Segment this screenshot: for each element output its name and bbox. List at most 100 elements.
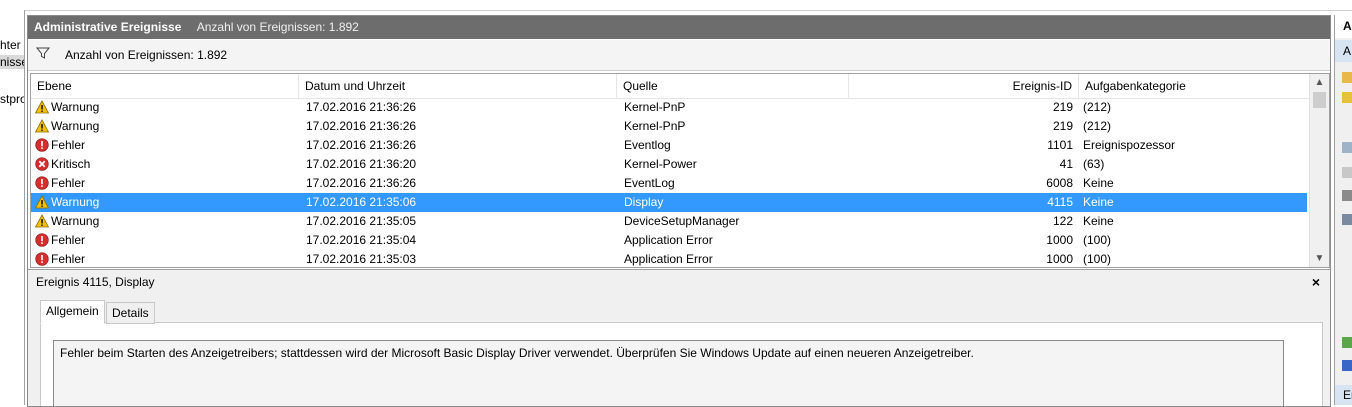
table-row[interactable]: Kritisch 17.02.2016 21:36:20 Kernel-Power 4… — [31, 155, 1307, 174]
column-header-category[interactable]: Aufgabenkategorie — [1079, 74, 1309, 98]
category-cell: Keine — [1083, 214, 1114, 228]
table-row[interactable]: Warnung 17.02.2016 21:36:26 Kernel-PnP 219 (… — [31, 117, 1307, 136]
actions-header: Al — [1335, 15, 1352, 38]
event-id-cell: 219 — [1052, 100, 1073, 114]
events-panel: Administrative Ereignisse Anzahl von Ere… — [27, 15, 1331, 407]
level-label: Fehler — [51, 138, 86, 152]
table-row[interactable]: Fehler 17.02.2016 21:35:03 Application Err… — [31, 250, 1307, 267]
level-label: Warnung — [51, 195, 100, 209]
category-cell: (100) — [1083, 252, 1112, 266]
level-label: Fehler — [51, 233, 86, 247]
tab-general[interactable]: Allgemein — [40, 300, 105, 324]
detail-body: Fehler beim Starten des Anzeigetreibers;… — [28, 294, 1330, 406]
source-cell: Kernel-PnP — [624, 119, 686, 133]
panel-title: Administrative Ereignisse — [34, 20, 182, 34]
panel-title-bar: Administrative Ereignisse Anzahl von Ere… — [28, 16, 1330, 39]
date-cell: 17.02.2016 21:36:26 — [306, 138, 417, 152]
clear-filter-icon[interactable] — [1342, 142, 1352, 153]
date-cell: 17.02.2016 21:35:04 — [306, 233, 417, 247]
table-row[interactable]: Warnung 17.02.2016 21:35:06 Display 4115 Kei… — [31, 193, 1307, 212]
filter-funnel-icon[interactable] — [1342, 92, 1352, 103]
level-cell: Fehler — [35, 174, 295, 193]
level-label: Warnung — [51, 214, 100, 228]
events-table[interactable]: Ebene Datum und Uhrzeit Quelle Ereignis-… — [30, 73, 1330, 268]
category-cell: (212) — [1083, 100, 1112, 114]
column-header-source[interactable]: Quelle — [617, 74, 849, 98]
critical-icon — [35, 157, 49, 171]
category-cell: Keine — [1083, 195, 1114, 209]
detail-title: Ereignis 4115, Display — [36, 275, 155, 289]
refresh-icon[interactable] — [1342, 337, 1352, 348]
filter-count: Anzahl von Ereignissen: 1.892 — [65, 48, 228, 62]
properties-icon[interactable] — [1342, 167, 1352, 178]
top-strip — [0, 0, 1352, 11]
table-header: Ebene Datum und Uhrzeit Quelle Ereignis-… — [31, 74, 1309, 99]
level-label: Fehler — [51, 176, 86, 190]
save-icon[interactable] — [1342, 214, 1352, 225]
scroll-down-icon[interactable]: ▼ — [1310, 250, 1329, 267]
event-id-cell: 4115 — [1047, 195, 1073, 209]
table-row[interactable]: Fehler 17.02.2016 21:36:26 Eventlog 1101 Ere… — [31, 136, 1307, 155]
level-label: Warnung — [51, 119, 100, 133]
navigation-tree[interactable]: hter nisse stpro — [0, 10, 25, 405]
event-id-cell: 1000 — [1046, 233, 1073, 247]
column-header-date[interactable]: Datum und Uhrzeit — [299, 74, 617, 98]
date-cell: 17.02.2016 21:35:06 — [306, 195, 417, 209]
detail-header: Ereignis 4115, Display × — [28, 269, 1330, 295]
source-cell: EventLog — [624, 176, 675, 190]
warning-icon — [35, 100, 50, 114]
source-cell: Eventlog — [624, 138, 671, 152]
tree-item[interactable]: stpro — [0, 92, 24, 106]
level-cell: Fehler — [35, 250, 295, 267]
date-cell: 17.02.2016 21:35:05 — [306, 214, 417, 228]
error-icon — [35, 138, 49, 152]
filter-bar: Anzahl von Ereignissen: 1.892 — [28, 40, 1330, 71]
tab-details[interactable]: Details — [106, 302, 155, 324]
actions-subheader[interactable]: A — [1335, 40, 1352, 62]
close-icon[interactable]: × — [1312, 270, 1320, 294]
source-cell: Display — [624, 195, 664, 209]
tree-item[interactable]: hter — [0, 38, 21, 52]
scroll-up-icon[interactable]: ▲ — [1310, 74, 1329, 91]
table-row[interactable]: Fehler 17.02.2016 21:35:04 Application Err… — [31, 231, 1307, 250]
column-header-event-id[interactable]: Ereignis-ID — [849, 74, 1079, 98]
table-row[interactable]: Fehler 17.02.2016 21:36:26 EventLog 6008 Kei… — [31, 174, 1307, 193]
actions-footer[interactable]: Er — [1335, 385, 1352, 405]
help-icon[interactable] — [1342, 360, 1352, 371]
category-cell: Keine — [1083, 176, 1114, 190]
error-icon — [35, 233, 49, 247]
actions-pane: Al A Er — [1334, 15, 1352, 405]
filter-icon[interactable] — [35, 46, 51, 63]
level-cell: Warnung — [35, 212, 295, 231]
event-description: Fehler beim Starten des Anzeigetreibers;… — [53, 340, 1284, 406]
level-label: Fehler — [51, 252, 86, 266]
warning-icon — [35, 119, 50, 133]
find-icon[interactable] — [1342, 190, 1352, 201]
scroll-thumb[interactable] — [1313, 92, 1326, 108]
level-cell: Warnung — [35, 193, 295, 212]
level-cell: Warnung — [35, 98, 295, 117]
event-id-cell: 41 — [1059, 157, 1073, 171]
column-header-level[interactable]: Ebene — [31, 74, 299, 98]
level-cell: Kritisch — [35, 155, 295, 174]
warning-icon — [35, 195, 50, 209]
tree-item-selected[interactable]: nisse — [0, 55, 24, 69]
event-id-cell: 219 — [1052, 119, 1073, 133]
category-cell: (212) — [1083, 119, 1112, 133]
source-cell: Kernel-PnP — [624, 100, 686, 114]
level-cell: Fehler — [35, 231, 295, 250]
date-cell: 17.02.2016 21:36:26 — [306, 176, 417, 190]
source-cell: Application Error — [624, 233, 713, 247]
open-folder-icon[interactable] — [1342, 72, 1352, 83]
table-row[interactable]: Warnung 17.02.2016 21:36:26 Kernel-PnP 219 (… — [31, 98, 1307, 117]
table-row[interactable]: Warnung 17.02.2016 21:35:05 DeviceSetupMan… — [31, 212, 1307, 231]
event-id-cell: 6008 — [1046, 176, 1073, 190]
source-cell: DeviceSetupManager — [624, 214, 740, 228]
level-cell: Fehler — [35, 136, 295, 155]
level-cell: Warnung — [35, 117, 295, 136]
event-id-cell: 122 — [1052, 214, 1073, 228]
date-cell: 17.02.2016 21:36:26 — [306, 119, 417, 133]
vertical-scrollbar[interactable]: ▲ ▼ — [1309, 74, 1329, 267]
tab-panel: Fehler beim Starten des Anzeigetreibers;… — [40, 322, 1323, 406]
date-cell: 17.02.2016 21:36:20 — [306, 157, 417, 171]
